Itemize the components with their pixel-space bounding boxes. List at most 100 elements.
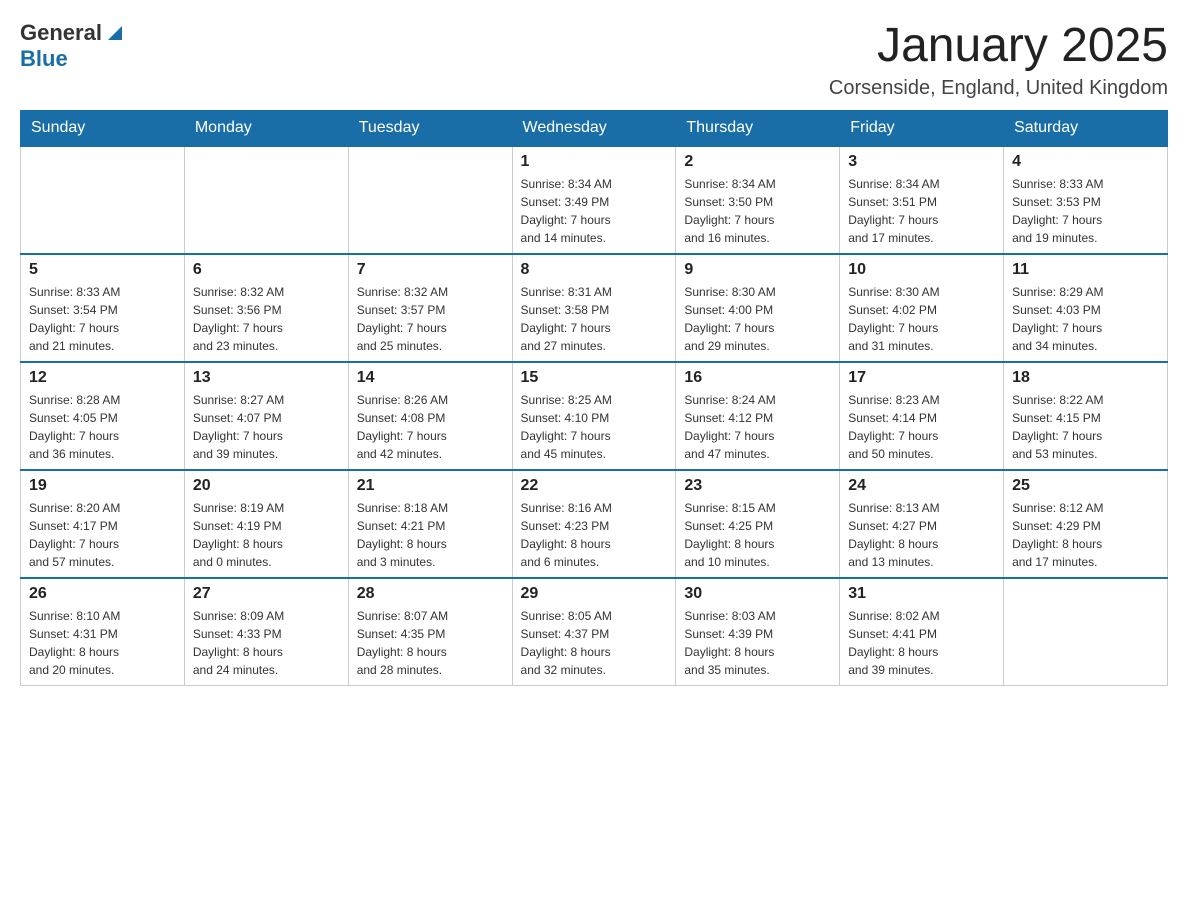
day-info: Sunrise: 8:26 AM Sunset: 4:08 PM Dayligh… [357,391,504,463]
day-info: Sunrise: 8:32 AM Sunset: 3:57 PM Dayligh… [357,283,504,355]
day-number: 2 [684,153,831,171]
day-number: 28 [357,585,504,603]
day-number: 30 [684,585,831,603]
weekday-header-friday: Friday [840,110,1004,146]
day-number: 11 [1012,261,1159,279]
day-info: Sunrise: 8:30 AM Sunset: 4:02 PM Dayligh… [848,283,995,355]
day-number: 7 [357,261,504,279]
day-number: 24 [848,477,995,495]
day-number: 6 [193,261,340,279]
day-info: Sunrise: 8:09 AM Sunset: 4:33 PM Dayligh… [193,607,340,679]
day-cell [348,146,512,254]
weekday-header-tuesday: Tuesday [348,110,512,146]
day-cell: 14 Sunrise: 8:26 AM Sunset: 4:08 PM Dayli… [348,362,512,470]
day-number: 21 [357,477,504,495]
day-cell: 26 Sunrise: 8:10 AM Sunset: 4:31 PM Dayli… [21,578,185,686]
day-number: 22 [521,477,668,495]
day-number: 8 [521,261,668,279]
day-number: 17 [848,369,995,387]
day-info: Sunrise: 8:15 AM Sunset: 4:25 PM Dayligh… [684,499,831,571]
day-cell [184,146,348,254]
day-cell: 30 Sunrise: 8:03 AM Sunset: 4:39 PM Dayli… [676,578,840,686]
day-cell: 6 Sunrise: 8:32 AM Sunset: 3:56 PM Daylig… [184,254,348,362]
day-number: 23 [684,477,831,495]
day-number: 26 [29,585,176,603]
day-cell: 1 Sunrise: 8:34 AM Sunset: 3:49 PM Daylig… [512,146,676,254]
day-number: 12 [29,369,176,387]
weekday-header-sunday: Sunday [21,110,185,146]
day-cell: 10 Sunrise: 8:30 AM Sunset: 4:02 PM Dayli… [840,254,1004,362]
day-cell: 23 Sunrise: 8:15 AM Sunset: 4:25 PM Dayli… [676,470,840,578]
week-row-4: 19Sunrise: 8:20 AM Sunset: 4:17 PM Dayli… [21,470,1168,578]
week-row-3: 12 Sunrise: 8:28 AM Sunset: 4:05 PM Dayli… [21,362,1168,470]
day-info: Sunrise: 8:30 AM Sunset: 4:00 PM Dayligh… [684,283,831,355]
day-info: Sunrise: 8:34 AM Sunset: 3:51 PM Dayligh… [848,175,995,247]
day-info: Sunrise: 8:31 AM Sunset: 3:58 PM Dayligh… [521,283,668,355]
day-number: 27 [193,585,340,603]
weekday-header-monday: Monday [184,110,348,146]
day-info: Sunrise: 8:22 AM Sunset: 4:15 PM Dayligh… [1012,391,1159,463]
day-info: Sunrise: 8:33 AM Sunset: 3:53 PM Dayligh… [1012,175,1159,247]
day-number: 16 [684,369,831,387]
logo-blue-text: Blue [20,46,68,72]
day-cell: 13 Sunrise: 8:27 AM Sunset: 4:07 PM Dayli… [184,362,348,470]
day-cell [21,146,185,254]
day-info: Sunrise: 8:29 AM Sunset: 4:03 PM Dayligh… [1012,283,1159,355]
day-cell: 19Sunrise: 8:20 AM Sunset: 4:17 PM Dayli… [21,470,185,578]
location-text: Corsenside, England, United Kingdom [829,77,1168,100]
day-cell: 8 Sunrise: 8:31 AM Sunset: 3:58 PM Daylig… [512,254,676,362]
weekday-header-row: SundayMondayTuesdayWednesdayThursdayFrid… [21,110,1168,146]
day-info: Sunrise: 8:28 AM Sunset: 4:05 PM Dayligh… [29,391,176,463]
day-cell: 27 Sunrise: 8:09 AM Sunset: 4:33 PM Dayli… [184,578,348,686]
page-header: General Blue January 2025 Corsenside, En… [20,20,1168,100]
day-cell: 5 Sunrise: 8:33 AM Sunset: 3:54 PM Daylig… [21,254,185,362]
day-cell: 7 Sunrise: 8:32 AM Sunset: 3:57 PM Daylig… [348,254,512,362]
day-cell: 4Sunrise: 8:33 AM Sunset: 3:53 PM Daylig… [1004,146,1168,254]
day-cell: 24Sunrise: 8:13 AM Sunset: 4:27 PM Dayli… [840,470,1004,578]
title-block: January 2025 Corsenside, England, United… [829,20,1168,100]
day-cell: 22 Sunrise: 8:16 AM Sunset: 4:23 PM Dayli… [512,470,676,578]
week-row-1: 1 Sunrise: 8:34 AM Sunset: 3:49 PM Daylig… [21,146,1168,254]
day-info: Sunrise: 8:07 AM Sunset: 4:35 PM Dayligh… [357,607,504,679]
day-cell: 20Sunrise: 8:19 AM Sunset: 4:19 PM Dayli… [184,470,348,578]
day-cell: 15 Sunrise: 8:25 AM Sunset: 4:10 PM Dayli… [512,362,676,470]
day-cell: 17 Sunrise: 8:23 AM Sunset: 4:14 PM Dayli… [840,362,1004,470]
day-number: 3 [848,153,995,171]
day-info: Sunrise: 8:18 AM Sunset: 4:21 PM Dayligh… [357,499,504,571]
weekday-header-thursday: Thursday [676,110,840,146]
day-cell: 28 Sunrise: 8:07 AM Sunset: 4:35 PM Dayli… [348,578,512,686]
day-number: 20 [193,477,340,495]
day-info: Sunrise: 8:34 AM Sunset: 3:50 PM Dayligh… [684,175,831,247]
day-info: Sunrise: 8:33 AM Sunset: 3:54 PM Dayligh… [29,283,176,355]
day-number: 15 [521,369,668,387]
day-info: Sunrise: 8:32 AM Sunset: 3:56 PM Dayligh… [193,283,340,355]
day-number: 10 [848,261,995,279]
day-info: Sunrise: 8:25 AM Sunset: 4:10 PM Dayligh… [521,391,668,463]
day-info: Sunrise: 8:10 AM Sunset: 4:31 PM Dayligh… [29,607,176,679]
day-number: 13 [193,369,340,387]
day-cell: 29Sunrise: 8:05 AM Sunset: 4:37 PM Dayli… [512,578,676,686]
logo-general-text: General [20,20,102,46]
day-number: 1 [521,153,668,171]
day-info: Sunrise: 8:03 AM Sunset: 4:39 PM Dayligh… [684,607,831,679]
day-cell: 9Sunrise: 8:30 AM Sunset: 4:00 PM Daylig… [676,254,840,362]
month-title: January 2025 [829,20,1168,73]
day-cell: 2 Sunrise: 8:34 AM Sunset: 3:50 PM Daylig… [676,146,840,254]
day-info: Sunrise: 8:05 AM Sunset: 4:37 PM Dayligh… [521,607,668,679]
day-number: 5 [29,261,176,279]
day-number: 18 [1012,369,1159,387]
day-info: Sunrise: 8:27 AM Sunset: 4:07 PM Dayligh… [193,391,340,463]
day-number: 31 [848,585,995,603]
day-number: 14 [357,369,504,387]
day-cell: 16Sunrise: 8:24 AM Sunset: 4:12 PM Dayli… [676,362,840,470]
day-cell: 11 Sunrise: 8:29 AM Sunset: 4:03 PM Dayli… [1004,254,1168,362]
day-number: 19 [29,477,176,495]
day-info: Sunrise: 8:34 AM Sunset: 3:49 PM Dayligh… [521,175,668,247]
day-info: Sunrise: 8:23 AM Sunset: 4:14 PM Dayligh… [848,391,995,463]
day-info: Sunrise: 8:16 AM Sunset: 4:23 PM Dayligh… [521,499,668,571]
week-row-2: 5 Sunrise: 8:33 AM Sunset: 3:54 PM Daylig… [21,254,1168,362]
day-cell: 31 Sunrise: 8:02 AM Sunset: 4:41 PM Dayli… [840,578,1004,686]
day-cell: 18 Sunrise: 8:22 AM Sunset: 4:15 PM Dayli… [1004,362,1168,470]
logo-triangle-icon [104,22,126,44]
day-info: Sunrise: 8:02 AM Sunset: 4:41 PM Dayligh… [848,607,995,679]
